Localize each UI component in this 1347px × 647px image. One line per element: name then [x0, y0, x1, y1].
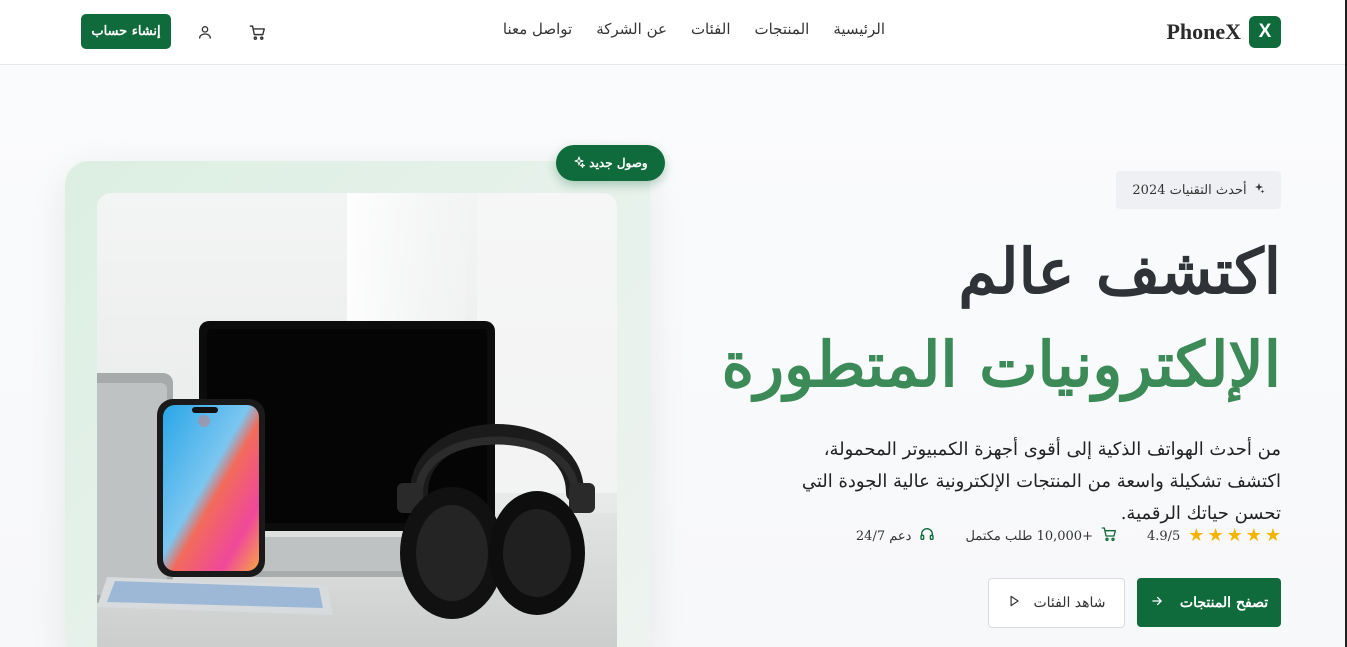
star-icon: ★: [1264, 525, 1281, 546]
cart-icon: [1101, 526, 1117, 546]
star-icon: ★: [1226, 525, 1243, 546]
view-categories-button[interactable]: شاهد الفئات: [988, 578, 1125, 628]
star-icon: ★: [1245, 525, 1262, 546]
user-icon[interactable]: [195, 22, 215, 42]
logo-text: PhoneX: [1166, 19, 1241, 44]
browse-products-button[interactable]: تصفح المنتجات: [1137, 578, 1281, 627]
hero-badge: أحدث التقنيات 2024: [1116, 171, 1281, 209]
logo-mark: X: [1249, 16, 1281, 48]
new-arrival-label: وصول جديد: [589, 156, 648, 170]
support-stat: دعم 24/7: [856, 526, 936, 546]
logo[interactable]: X PhoneX: [1166, 16, 1281, 48]
headphones-icon: [919, 526, 935, 546]
main-nav: الرئيسية المنتجات الفئات عن الشركة تواصل…: [503, 20, 885, 38]
header-actions: إنشاء حساب: [81, 14, 271, 49]
hero-stats: ★ ★ ★ ★ ★ 4.9/5 +10,000 طلب مكتمل دعم 24…: [856, 524, 1281, 548]
site-header: X PhoneX الرئيسية المنتجات الفئات عن الش…: [0, 0, 1347, 65]
arrow-right-icon: [1150, 594, 1164, 612]
orders-text: +10,000 طلب مكتمل: [965, 528, 1093, 544]
nav-item-contact[interactable]: تواصل معنا: [503, 20, 572, 38]
hero-headline-line1: اكتشف عالم: [958, 235, 1281, 308]
page: X PhoneX الرئيسية المنتجات الفئات عن الش…: [0, 0, 1347, 647]
hero-badge-label: أحدث التقنيات 2024: [1132, 182, 1247, 198]
signup-button[interactable]: إنشاء حساب: [81, 14, 171, 49]
hero-description: من أحدث الهواتف الذكية إلى أقوى أجهزة ال…: [801, 439, 1281, 524]
hero-product-image: [97, 193, 617, 647]
view-categories-label: شاهد الفئات: [1033, 595, 1106, 611]
rating-text: 4.9/5: [1146, 528, 1181, 544]
cart-icon[interactable]: [247, 22, 267, 42]
sparkles-icon: [1253, 182, 1265, 198]
rating-stat: ★ ★ ★ ★ ★ 4.9/5: [1147, 527, 1281, 545]
orders-stat: +10,000 طلب مكتمل: [965, 526, 1117, 546]
hero-cta-row: تصفح المنتجات شاهد الفئات: [988, 578, 1281, 628]
star-icon: ★: [1207, 525, 1224, 546]
new-arrival-badge: وصول جديد: [556, 145, 665, 181]
nav-item-categories[interactable]: الفئات: [691, 20, 731, 38]
rating-stars: ★ ★ ★ ★ ★: [1188, 527, 1281, 545]
nav-item-home[interactable]: الرئيسية: [833, 20, 885, 38]
hero-headline-line2: الإلكترونيات المتطورة: [721, 328, 1281, 401]
star-icon: ★: [1188, 525, 1205, 546]
browse-products-label: تصفح المنتجات: [1179, 594, 1269, 611]
nav-item-about[interactable]: عن الشركة: [596, 20, 667, 38]
nav-item-products[interactable]: المنتجات: [754, 20, 809, 38]
play-icon: [1007, 594, 1021, 612]
support-text: دعم 24/7: [855, 528, 912, 544]
sparkles-icon: [573, 156, 586, 171]
